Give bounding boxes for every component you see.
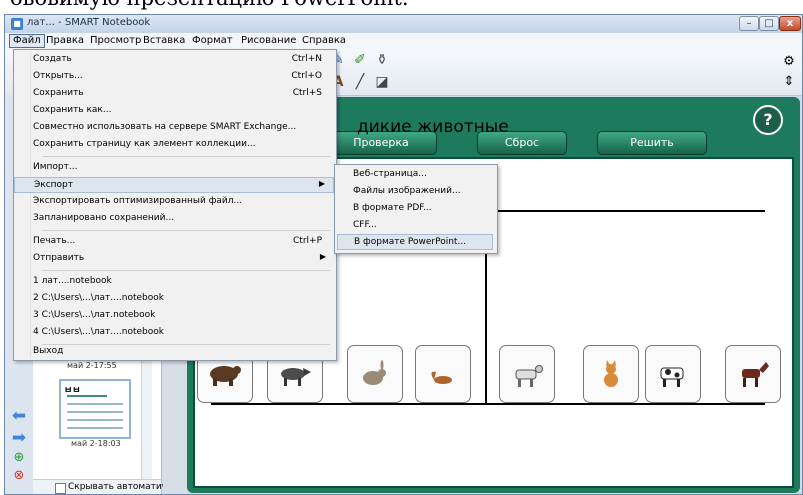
- animal-card-squirrel[interactable]: [415, 345, 471, 403]
- rabbit-icon: [363, 360, 386, 385]
- page-thumb-time-1: май 2-17:55: [67, 361, 117, 370]
- smart-notebook-window: ■ лат... - SMART Notebook – □ x Файл Пра…: [4, 14, 803, 495]
- file-menu-save-page-gallery[interactable]: Сохранить страницу как элемент коллекции…: [14, 137, 334, 153]
- sorter-footer: Скрывать автоматическ: [33, 479, 183, 494]
- file-menu-recent-4[interactable]: 4 C:\Users\...\лат....notebook: [14, 325, 334, 341]
- file-menu-recent-3[interactable]: 3 C:\Users\...\лат.notebook: [14, 308, 334, 324]
- minimize-button[interactable]: –: [739, 16, 759, 31]
- file-menu-recent-2[interactable]: 2 C:\Users\...\лат....notebook: [14, 291, 334, 307]
- fill-icon[interactable]: ⚱: [373, 51, 391, 69]
- export-pdf[interactable]: В формате PDF...: [337, 201, 493, 217]
- animal-card-cow[interactable]: [645, 345, 701, 403]
- file-menu-export[interactable]: Экспорт ▶: [14, 177, 334, 193]
- cards-top-line: [211, 403, 765, 405]
- add-page-icon[interactable]: ⊕: [9, 449, 29, 467]
- document-caption-fragment: ововимую презентацию PowerPoint.: [0, 0, 803, 14]
- close-button[interactable]: x: [779, 16, 801, 31]
- submenu-arrow-icon: ▶: [318, 179, 325, 188]
- line-tool-icon[interactable]: ╱: [351, 73, 369, 91]
- eraser-icon[interactable]: ◪: [373, 73, 391, 91]
- animal-card-rabbit[interactable]: [347, 345, 403, 403]
- delete-page-icon[interactable]: ⊗: [9, 467, 29, 485]
- page-thumb-time-2: май 2-18:03: [71, 439, 121, 448]
- file-menu-save[interactable]: Сохранить Ctrl+S: [14, 86, 334, 102]
- export-powerpoint[interactable]: В формате PowerPoint...: [337, 234, 493, 250]
- file-menu-new[interactable]: Создать Ctrl+N: [14, 52, 334, 68]
- settings-gear-icon[interactable]: ⚙: [780, 53, 798, 71]
- animal-card-cat[interactable]: [583, 345, 639, 403]
- export-submenu: Веб-страница... Файлы изображений... В ф…: [334, 164, 498, 254]
- file-menu-scheduled-saves[interactable]: Запланировано сохранений...: [14, 211, 334, 227]
- file-menu-send[interactable]: Отправить ▶: [14, 251, 334, 267]
- export-image-files[interactable]: Файлы изображений...: [337, 184, 493, 200]
- file-menu-export-optimized[interactable]: Экспортировать оптимизированный файл...: [14, 194, 334, 210]
- menu-format[interactable]: Формат: [189, 34, 236, 48]
- next-page-icon[interactable]: ➡: [9, 429, 29, 447]
- menu-draw[interactable]: Рисование: [238, 34, 299, 48]
- menu-bar: Файл Правка Просмотр Вставка Формат Рисо…: [5, 33, 802, 50]
- solve-button[interactable]: Решить: [597, 131, 707, 155]
- help-icon[interactable]: ?: [753, 105, 783, 135]
- menu-edit[interactable]: Правка: [43, 34, 87, 48]
- category-heading: дикие животные: [357, 117, 509, 137]
- animal-card-horse[interactable]: [725, 345, 781, 403]
- file-menu-open[interactable]: Открыть... Ctrl+O: [14, 69, 334, 85]
- wolf-icon: [281, 368, 311, 386]
- animal-card-goat[interactable]: [499, 345, 555, 403]
- cat-icon: [604, 360, 618, 387]
- title-bar: ■ лат... - SMART Notebook – □ x: [5, 15, 802, 33]
- submenu-arrow-icon: ▶: [319, 252, 326, 261]
- maximize-button[interactable]: □: [759, 16, 779, 31]
- squirrel-icon: [431, 371, 452, 384]
- creative-pen-icon[interactable]: ✐: [351, 51, 369, 69]
- export-web-page[interactable]: Веб-страница...: [337, 167, 493, 183]
- window-title: лат... - SMART Notebook: [27, 17, 151, 28]
- menu-view[interactable]: Просмотр: [87, 34, 144, 48]
- file-menu-save-as[interactable]: Сохранить как...: [14, 103, 334, 119]
- file-menu-print[interactable]: Печать... Ctrl+P: [14, 234, 334, 250]
- file-menu-dropdown: Создать Ctrl+N Открыть... Ctrl+O Сохранить…: [13, 49, 337, 361]
- goat-icon: [515, 365, 543, 387]
- file-menu-exit[interactable]: Выход: [14, 344, 334, 360]
- export-cff[interactable]: CFF...: [337, 218, 493, 234]
- move-toolbar-icon[interactable]: ⇕: [780, 73, 798, 91]
- file-menu-share-exchange[interactable]: Совместно использовать на сервере SMART …: [14, 120, 334, 136]
- autohide-checkbox[interactable]: [55, 483, 66, 494]
- menu-file[interactable]: Файл: [9, 34, 45, 48]
- page-thumbnail-2[interactable]: ㅂㅂ: [59, 379, 131, 439]
- menu-insert[interactable]: Вставка: [140, 34, 188, 48]
- horse-icon: [742, 362, 769, 387]
- file-menu-import[interactable]: Импорт...: [14, 160, 334, 176]
- file-menu-recent-1[interactable]: 1 лат....notebook: [14, 274, 334, 290]
- menu-help[interactable]: Справка: [299, 34, 349, 48]
- cow-icon: [660, 367, 684, 387]
- previous-page-icon[interactable]: ⬅: [9, 407, 29, 425]
- app-icon: ■: [11, 18, 23, 30]
- bear-icon: [210, 366, 241, 386]
